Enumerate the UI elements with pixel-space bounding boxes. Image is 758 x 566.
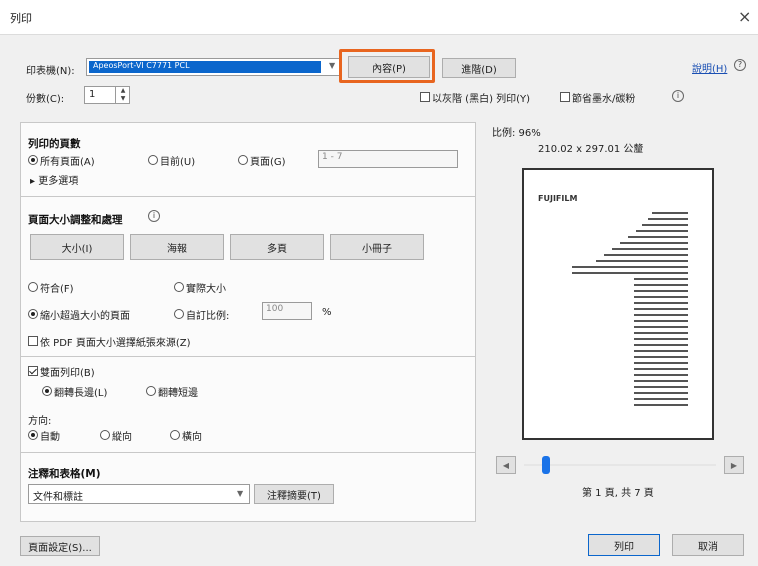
percent-sign: % bbox=[322, 307, 332, 318]
advanced-button[interactable]: 進階(D) bbox=[442, 58, 516, 78]
chevron-down-icon: ▼ bbox=[329, 61, 336, 70]
comments-select[interactable]: 文件和標註 ▼ bbox=[28, 484, 250, 504]
sizing-info-icon[interactable]: i bbox=[148, 210, 160, 222]
scale-value: 100 bbox=[266, 304, 284, 314]
preview-document-content bbox=[572, 212, 688, 406]
printer-label: 印表機(N): bbox=[26, 66, 75, 77]
orientation-auto-label: 自動 bbox=[40, 432, 60, 443]
page-slider-thumb[interactable] bbox=[542, 456, 550, 474]
page-setup-label: 頁面設定(S)... bbox=[28, 542, 92, 554]
orientation-landscape-radio[interactable] bbox=[170, 430, 180, 440]
window-title: 列印 bbox=[10, 12, 32, 25]
all-pages-label: 所有頁面(A) bbox=[40, 157, 95, 168]
duplex-label: 雙面列印(B) bbox=[40, 368, 95, 379]
tab-poster[interactable]: 海報 bbox=[130, 234, 224, 260]
shrink-radio[interactable] bbox=[28, 309, 38, 319]
orientation-portrait-radio[interactable] bbox=[100, 430, 110, 440]
comments-selected: 文件和標註 bbox=[33, 492, 83, 503]
long-edge-label: 翻轉長邊(L) bbox=[54, 388, 108, 399]
fit-label: 符合(F) bbox=[40, 284, 74, 295]
pdf-source-label: 依 PDF 頁面大小選擇紙張來源(Z) bbox=[40, 338, 191, 349]
page-status: 第 1 頁, 共 7 頁 bbox=[582, 488, 654, 499]
tab-poster-label: 海報 bbox=[167, 243, 187, 255]
tab-booklet[interactable]: 小冊子 bbox=[330, 234, 424, 260]
preview-page: FUJIFILM bbox=[522, 168, 714, 440]
section-divider bbox=[21, 452, 475, 453]
copies-label: 份數(C): bbox=[26, 94, 65, 105]
page-range-radio[interactable] bbox=[238, 155, 248, 165]
page-setup-button[interactable]: 頁面設定(S)... bbox=[20, 536, 100, 556]
next-page-button[interactable]: ▶ bbox=[724, 456, 744, 474]
settings-panel bbox=[20, 122, 476, 522]
current-page-label: 目前(U) bbox=[160, 157, 196, 168]
copies-value: 1 bbox=[89, 89, 96, 100]
page-slider[interactable] bbox=[524, 456, 716, 474]
orientation-label: 方向: bbox=[28, 416, 52, 427]
all-pages-radio[interactable] bbox=[28, 155, 38, 165]
actual-size-radio[interactable] bbox=[174, 282, 184, 292]
prev-page-button[interactable]: ◀ bbox=[496, 456, 516, 474]
pdf-source-checkbox[interactable] bbox=[28, 336, 38, 346]
close-icon[interactable]: × bbox=[738, 7, 751, 26]
orientation-portrait-label: 縱向 bbox=[112, 432, 132, 443]
grayscale-checkbox[interactable] bbox=[420, 92, 430, 102]
short-edge-radio[interactable] bbox=[146, 386, 156, 396]
info-icon[interactable]: i bbox=[672, 90, 684, 102]
shrink-label: 縮小超過大小的頁面 bbox=[40, 311, 130, 322]
preview-scale: 比例: 96% bbox=[492, 128, 541, 139]
custom-scale-radio[interactable] bbox=[174, 309, 184, 319]
comment-summary-button[interactable]: 注釋摘要(T) bbox=[254, 484, 334, 504]
more-options-toggle[interactable]: ▸ 更多選項 bbox=[30, 172, 78, 187]
save-ink-label: 節省墨水/碳粉 bbox=[572, 94, 636, 105]
more-options-label: 更多選項 bbox=[38, 176, 79, 187]
fit-radio[interactable] bbox=[28, 282, 38, 292]
tab-size[interactable]: 大小(I) bbox=[30, 234, 124, 260]
save-ink-checkbox[interactable] bbox=[560, 92, 570, 102]
pages-title: 列印的頁數 bbox=[28, 138, 81, 150]
stepper-buttons[interactable]: ▲ ▼ bbox=[115, 87, 130, 103]
page-range-input[interactable]: 1 - 7 bbox=[318, 150, 458, 168]
chevron-down-icon: ▼ bbox=[237, 489, 244, 498]
actual-size-label: 實際大小 bbox=[186, 284, 226, 295]
print-button[interactable]: 列印 bbox=[588, 534, 660, 556]
properties-highlight bbox=[339, 49, 435, 83]
printer-select[interactable]: ApeosPort-VI C7771 PCL ▼ bbox=[86, 58, 342, 76]
tab-size-label: 大小(I) bbox=[61, 243, 93, 255]
page-range-placeholder: 1 - 7 bbox=[322, 152, 343, 162]
cancel-button-label: 取消 bbox=[698, 541, 718, 553]
section-divider bbox=[21, 196, 475, 197]
print-button-label: 列印 bbox=[614, 541, 634, 553]
orientation-landscape-label: 橫向 bbox=[182, 432, 202, 443]
section-divider bbox=[21, 356, 475, 357]
grayscale-label: 以灰階 (黑白) 列印(Y) bbox=[432, 94, 531, 105]
page-slider-track bbox=[524, 464, 716, 466]
tab-multiple[interactable]: 多頁 bbox=[230, 234, 324, 260]
long-edge-radio[interactable] bbox=[42, 386, 52, 396]
custom-scale-label: 自訂比例: bbox=[186, 311, 230, 322]
cancel-button[interactable]: 取消 bbox=[672, 534, 744, 556]
tab-multiple-label: 多頁 bbox=[267, 243, 287, 255]
current-page-radio[interactable] bbox=[148, 155, 158, 165]
duplex-checkbox[interactable] bbox=[28, 366, 38, 376]
printer-selected-value: ApeosPort-VI C7771 PCL bbox=[89, 61, 321, 73]
page-range-label: 頁面(G) bbox=[250, 157, 286, 168]
preview-dimensions: 210.02 x 297.01 公釐 bbox=[538, 144, 644, 155]
title-bar: 列印 × bbox=[0, 0, 758, 35]
sizing-title: 頁面大小調整和處理 bbox=[28, 214, 123, 226]
comment-summary-label: 注釋摘要(T) bbox=[267, 490, 321, 502]
short-edge-label: 翻轉短邊 bbox=[158, 388, 198, 399]
orientation-auto-radio[interactable] bbox=[28, 430, 38, 440]
comments-title: 注釋和表格(M) bbox=[28, 468, 101, 480]
help-link[interactable]: 說明(H) bbox=[692, 60, 727, 75]
copies-stepper[interactable]: 1 ▲ ▼ bbox=[84, 86, 130, 104]
scale-input[interactable]: 100 bbox=[262, 302, 312, 320]
advanced-button-label: 進階(D) bbox=[461, 64, 497, 76]
help-icon[interactable]: ? bbox=[734, 59, 746, 71]
printer-selected-text: ApeosPort-VI C7771 PCL bbox=[93, 61, 190, 70]
tab-booklet-label: 小冊子 bbox=[362, 243, 392, 255]
